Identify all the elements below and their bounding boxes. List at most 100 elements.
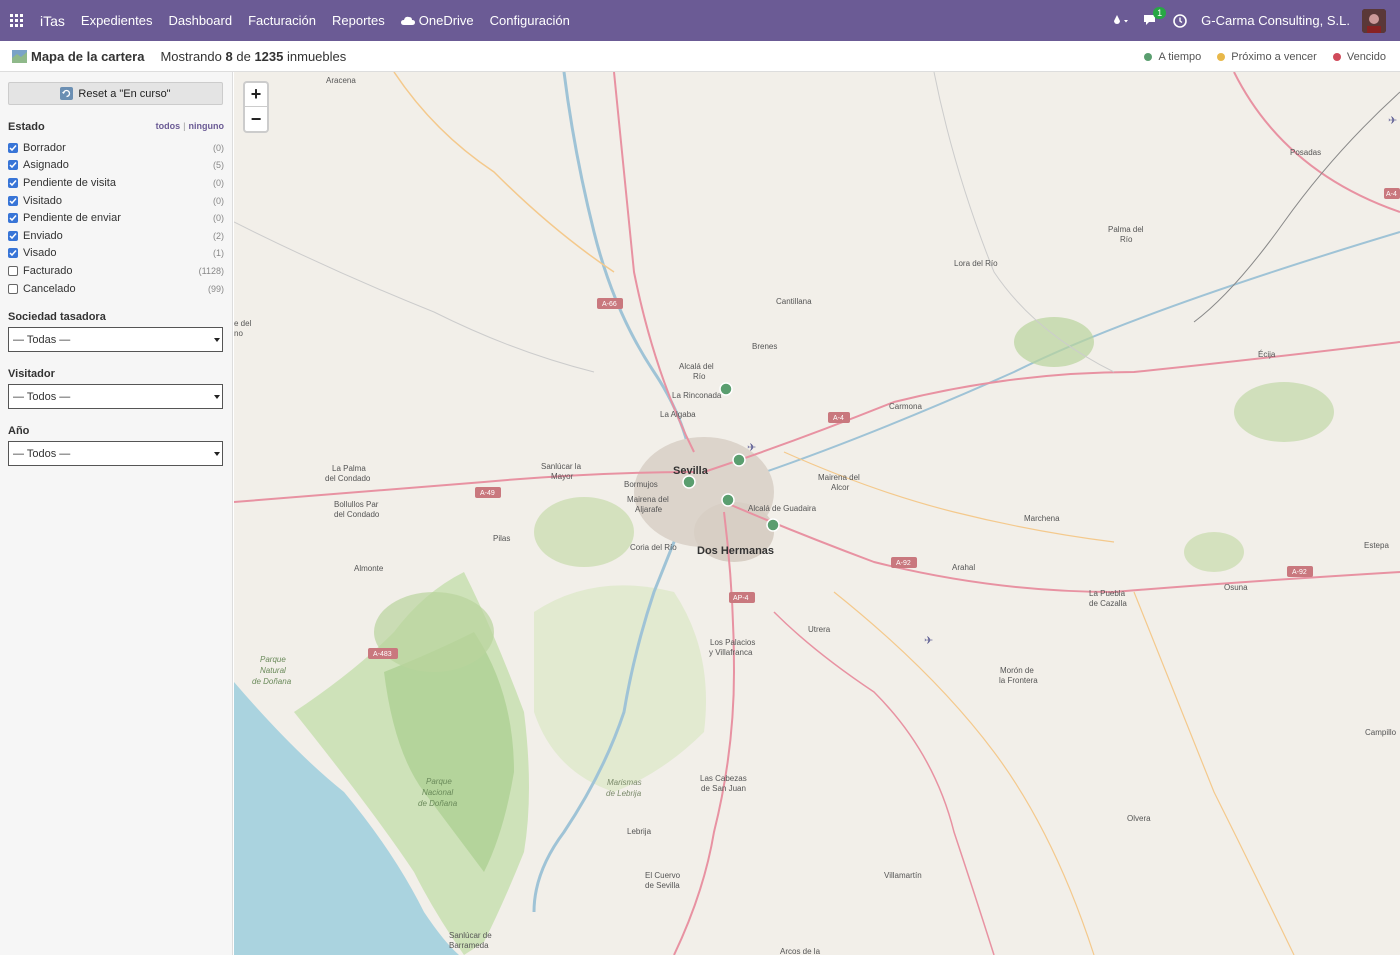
svg-text:Río: Río [693, 372, 706, 381]
sociedad-select-value: — Todas — [13, 333, 71, 346]
checkbox-unchecked[interactable] [8, 265, 18, 276]
user-avatar[interactable] [1362, 8, 1386, 33]
svg-text:Estepa: Estepa [1364, 541, 1389, 550]
legend-dot [1217, 52, 1226, 61]
zoom-control: + − [243, 81, 269, 133]
estado-asignado[interactable]: Asignado (5) [8, 157, 224, 175]
svg-text:Olvera: Olvera [1127, 814, 1151, 823]
menu-onedrive[interactable]: OneDrive [400, 13, 474, 28]
showing-count: 8 [225, 48, 233, 64]
property-marker[interactable] [682, 475, 696, 489]
visitador-select[interactable]: — Todos — [8, 384, 223, 410]
showing-summary: Mostrando 8 de 1235 inmuebles [160, 49, 346, 64]
notification-badge: 1 [1153, 7, 1167, 19]
status-legend: A tiempo Próximo a vencer Vencido [1128, 41, 1386, 72]
checkbox-checked[interactable] [8, 142, 18, 153]
svg-text:Villamartín: Villamartín [884, 871, 922, 880]
svg-text:A-92: A-92 [1292, 569, 1307, 576]
svg-text:Mairena del: Mairena del [818, 473, 860, 482]
anio-select[interactable]: — Todos — [8, 441, 223, 467]
checkbox-label: Asignado [23, 159, 69, 172]
sociedad-select[interactable]: — Todas — [8, 327, 223, 353]
svg-text:A-4: A-4 [833, 415, 844, 422]
chevron-down-icon [214, 395, 220, 400]
checkbox-label: Facturado [23, 264, 73, 277]
chevron-down-icon [214, 338, 220, 343]
showing-total: 1235 [254, 48, 284, 64]
company-switcher[interactable]: G-Carma Consulting, S.L. [1201, 13, 1350, 28]
property-marker[interactable] [719, 382, 733, 396]
svg-text:AP-4: AP-4 [733, 595, 749, 602]
map-icon [12, 49, 27, 63]
estado-pendiente-visita[interactable]: Pendiente de visita (0) [8, 174, 224, 192]
svg-text:Cantillana: Cantillana [776, 297, 812, 306]
legend-label: Próximo a vencer [1231, 50, 1317, 63]
svg-text:Brenes: Brenes [752, 342, 777, 351]
property-marker[interactable] [766, 518, 780, 532]
svg-text:La Puebla: La Puebla [1089, 589, 1126, 598]
showing-middle: de [236, 48, 251, 64]
property-marker[interactable] [732, 453, 746, 467]
checkbox-count: (0) [213, 213, 224, 224]
svg-text:de Doñana: de Doñana [252, 677, 292, 686]
map-tiles[interactable]: Aracena Posadas Palma delRío Lora del Rí… [234, 72, 1400, 955]
svg-text:de Lebrija: de Lebrija [606, 789, 642, 798]
checkbox-label: Visitado [23, 194, 62, 207]
legend-dot [1332, 52, 1341, 61]
reset-button[interactable]: Reset a "En curso" [8, 82, 223, 105]
apps-menu-icon[interactable] [0, 0, 34, 41]
estado-header: Estado todos | ninguno [8, 121, 224, 133]
estado-borrador[interactable]: Borrador (0) [8, 139, 224, 157]
estado-visado[interactable]: Visado (1) [8, 245, 224, 263]
top-navbar: iTas Expedientes Dashboard Facturación R… [0, 0, 1400, 41]
zoom-out-button[interactable]: − [245, 107, 267, 131]
svg-text:Coria del Río: Coria del Río [630, 543, 677, 552]
menu-reportes[interactable]: Reportes [332, 13, 385, 28]
menu-configuracion[interactable]: Configuración [490, 13, 570, 28]
brand-name[interactable]: iTas [40, 13, 65, 29]
svg-text:la Frontera: la Frontera [999, 676, 1038, 685]
showing-prefix: Mostrando [160, 48, 222, 64]
estado-pendiente-enviar[interactable]: Pendiente de enviar (0) [8, 209, 224, 227]
checkbox-checked[interactable] [8, 248, 18, 259]
select-none-link[interactable]: ninguno [189, 121, 225, 131]
svg-text:Alcalá de Guadaira: Alcalá de Guadaira [748, 504, 817, 513]
checkbox-label: Cancelado [23, 282, 76, 295]
svg-text:del Condado: del Condado [325, 474, 371, 483]
menu-dashboard[interactable]: Dashboard [168, 13, 232, 28]
svg-text:Palma del: Palma del [1108, 225, 1144, 234]
menu-facturacion[interactable]: Facturación [248, 13, 316, 28]
checkbox-checked[interactable] [8, 160, 18, 171]
svg-text:Utrera: Utrera [808, 625, 831, 634]
estado-visitado[interactable]: Visitado (0) [8, 192, 224, 210]
debug-drop-icon[interactable] [1113, 14, 1129, 27]
estado-facturado[interactable]: Facturado (1128) [8, 262, 224, 280]
menu-expedientes[interactable]: Expedientes [81, 13, 153, 28]
checkbox-checked[interactable] [8, 177, 18, 188]
svg-text:Mairena del: Mairena del [627, 495, 669, 504]
legend-label: Vencido [1346, 50, 1386, 63]
estado-enviado[interactable]: Enviado (2) [8, 227, 224, 245]
svg-text:de Cazalla: de Cazalla [1089, 599, 1127, 608]
svg-text:Bormujos: Bormujos [624, 480, 658, 489]
clock-icon[interactable] [1173, 13, 1187, 28]
checkbox-count: (1128) [198, 265, 224, 276]
svg-text:Osuna: Osuna [1224, 583, 1248, 592]
svg-text:y Villafranca: y Villafranca [709, 648, 753, 657]
checkbox-unchecked[interactable] [8, 283, 18, 294]
checkbox-checked[interactable] [8, 230, 18, 241]
svg-text:Posadas: Posadas [1290, 148, 1321, 157]
checkbox-checked[interactable] [8, 213, 18, 224]
control-panel: Mapa de la cartera Mostrando 8 de 1235 i… [0, 41, 1400, 72]
checkbox-label: Pendiente de visita [23, 176, 116, 189]
map-canvas[interactable]: Aracena Posadas Palma del Río Lora del Rí… [234, 72, 1400, 955]
svg-text:Alcor: Alcor [831, 483, 850, 492]
property-marker[interactable] [721, 493, 735, 507]
checkbox-checked[interactable] [8, 195, 18, 206]
zoom-in-button[interactable]: + [245, 83, 267, 107]
checkbox-count: (1) [213, 248, 224, 259]
estado-cancelado[interactable]: Cancelado (99) [8, 280, 224, 298]
select-all-link[interactable]: todos [156, 121, 181, 131]
chat-icon[interactable]: 1 [1143, 7, 1167, 27]
anio-select-value: — Todos — [13, 447, 71, 460]
